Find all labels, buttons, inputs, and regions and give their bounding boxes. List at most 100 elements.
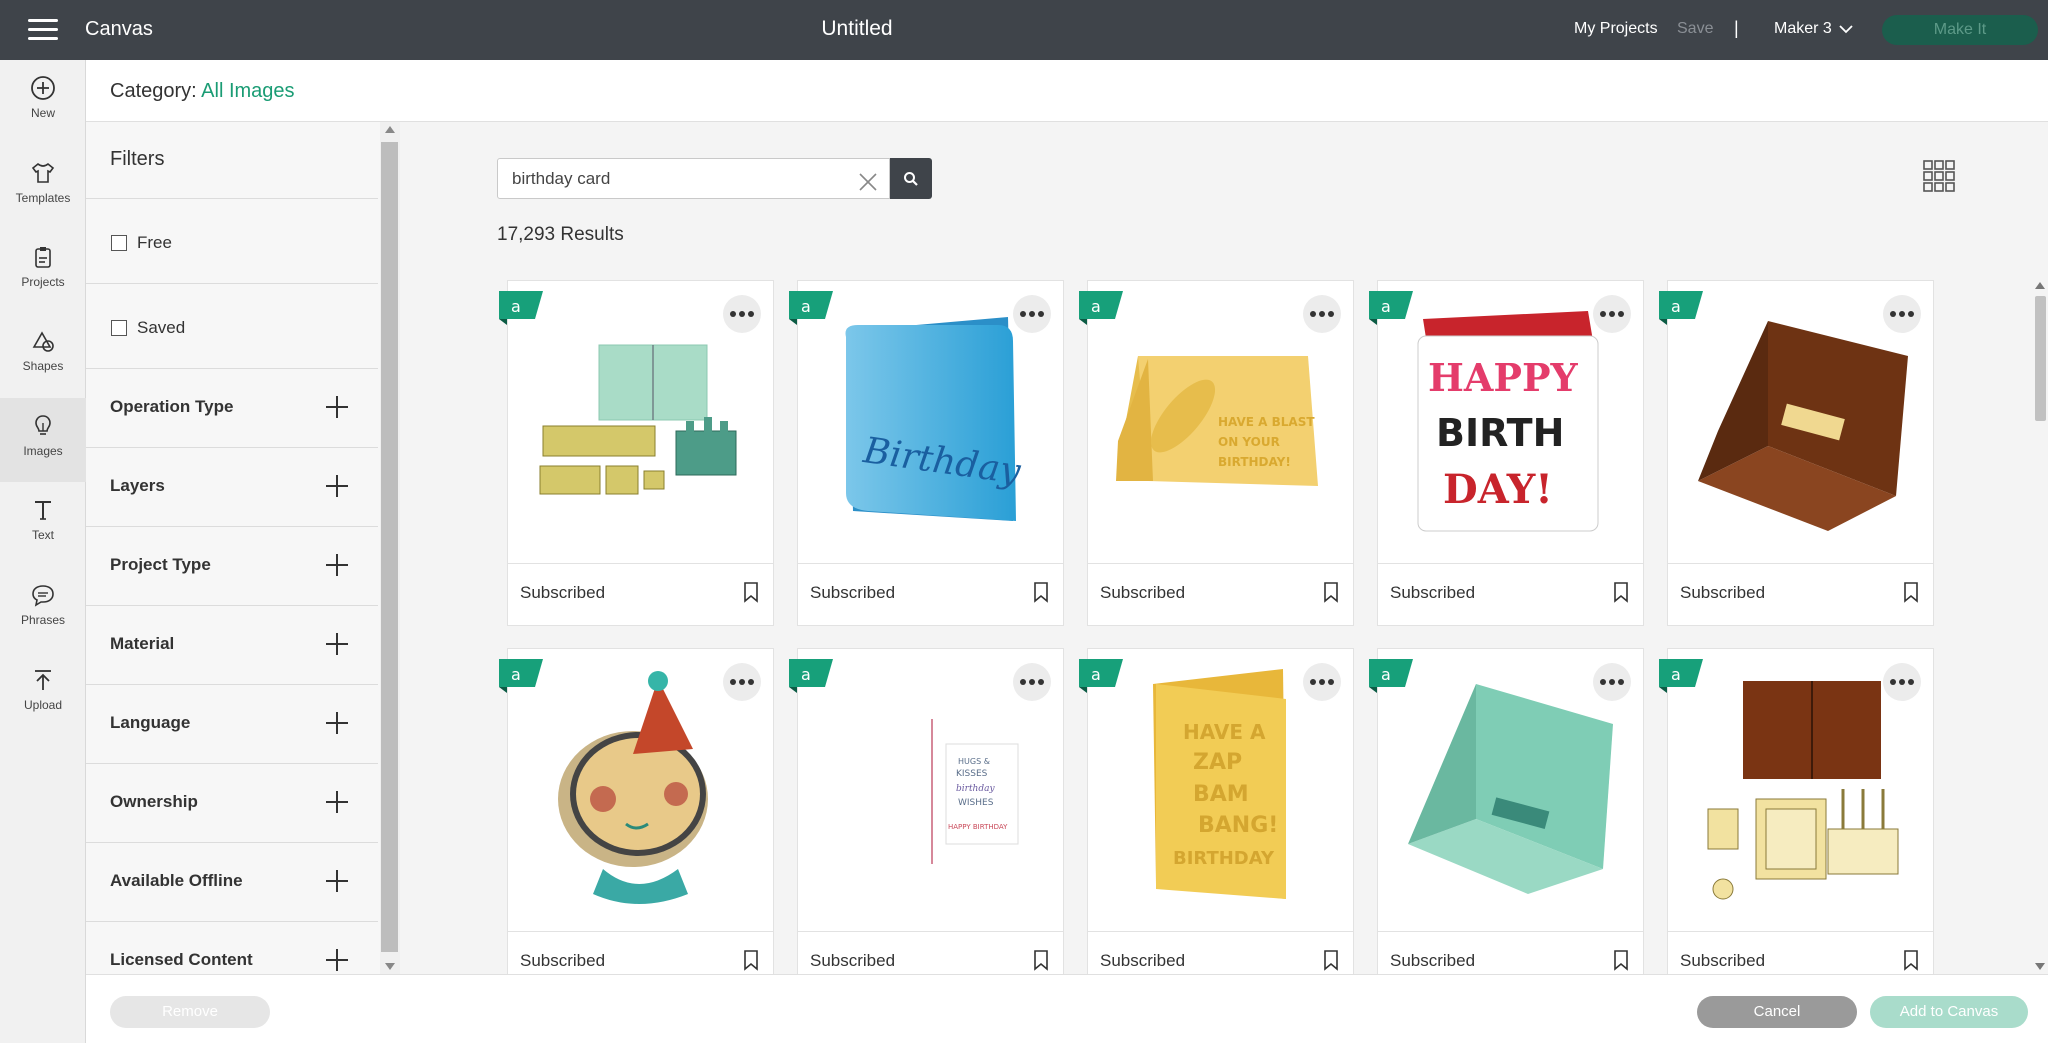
image-thumbnail[interactable]: HUGS & KISSES birthday WISHES HAPPY BIRT… — [789, 649, 1063, 932]
rail-images[interactable]: Images — [0, 398, 86, 482]
image-thumbnail[interactable]: HAVE A BLAST ON YOUR BIRTHDAY! a — [1079, 281, 1353, 564]
image-card[interactable]: HUGS & KISSES birthday WISHES HAPPY BIRT… — [789, 648, 1064, 994]
image-card[interactable]: HAPPY BIRTH DAY! a Subscribed — [1369, 280, 1644, 626]
more-options-button[interactable] — [1593, 295, 1631, 333]
rail-phrases[interactable]: Phrases — [0, 567, 86, 651]
image-thumbnail[interactable]: HAPPY BIRTH DAY! a — [1369, 281, 1643, 564]
expand-plus-icon[interactable] — [326, 712, 348, 734]
save-link[interactable]: Save — [1677, 20, 1713, 38]
filter-saved[interactable]: Saved — [86, 283, 378, 368]
search-input[interactable] — [512, 167, 832, 191]
cancel-button[interactable]: Cancel — [1697, 996, 1857, 1028]
image-thumbnail[interactable]: a — [1659, 281, 1933, 564]
expand-plus-icon[interactable] — [326, 554, 348, 576]
card-status: Subscribed — [1680, 583, 1766, 602]
more-options-button[interactable] — [1303, 663, 1341, 701]
filters-panel: Filters Free Saved Operation Type Layers… — [86, 122, 380, 974]
my-projects-link[interactable]: My Projects — [1574, 20, 1658, 38]
more-options-button[interactable] — [723, 295, 761, 333]
filters-scrollbar[interactable] — [380, 122, 400, 974]
card-status: Subscribed — [1390, 583, 1476, 602]
access-badge-icon: a — [1079, 291, 1123, 325]
category-value[interactable]: All Images — [201, 80, 294, 102]
image-thumbnail[interactable]: a — [1659, 649, 1933, 932]
filter-section-project-type[interactable]: Project Type — [86, 526, 378, 605]
expand-plus-icon[interactable] — [326, 633, 348, 655]
expand-plus-icon[interactable] — [326, 949, 348, 971]
section-label: Available Offline — [110, 871, 243, 890]
bookmark-icon[interactable] — [1613, 950, 1629, 971]
image-card[interactable]: a Subscribed — [499, 280, 774, 626]
hugs-line1: HUGS & — [958, 757, 990, 766]
image-card[interactable]: a Subscribed — [1659, 648, 1934, 994]
bookmark-icon[interactable] — [1033, 950, 1049, 971]
bookmark-icon[interactable] — [1903, 950, 1919, 971]
bookmark-icon[interactable] — [1613, 582, 1629, 603]
image-thumbnail[interactable]: a — [499, 649, 773, 932]
more-options-button[interactable] — [1883, 663, 1921, 701]
add-to-canvas-button[interactable]: Add to Canvas — [1870, 996, 2028, 1028]
image-thumbnail[interactable]: HAVE A ZAP BAM BANG! BIRTHDAY a — [1079, 649, 1353, 932]
filter-section-available-offline[interactable]: Available Offline — [86, 842, 378, 921]
bookmark-icon[interactable] — [743, 950, 759, 971]
bookmark-icon[interactable] — [1323, 582, 1339, 603]
filter-section-language[interactable]: Language — [86, 684, 378, 763]
image-card[interactable]: HAVE A ZAP BAM BANG! BIRTHDAY a Subscrib… — [1079, 648, 1354, 994]
expand-plus-icon[interactable] — [326, 791, 348, 813]
scroll-up-arrow-icon[interactable] — [385, 126, 395, 133]
more-options-button[interactable] — [1013, 663, 1051, 701]
rail-shapes[interactable]: Shapes — [0, 313, 86, 397]
scroll-down-arrow-icon[interactable] — [385, 963, 395, 970]
rail-templates[interactable]: Templates — [0, 145, 86, 229]
clear-x-icon[interactable] — [857, 171, 879, 193]
scroll-up-arrow-icon[interactable] — [2035, 282, 2045, 289]
speech-bubble-icon — [32, 585, 54, 607]
more-options-button[interactable] — [1013, 295, 1051, 333]
results-scrollbar[interactable] — [2032, 280, 2048, 972]
grid-view-icon[interactable] — [1922, 159, 1956, 193]
scroll-down-arrow-icon[interactable] — [2035, 963, 2045, 970]
image-thumbnail[interactable]: a — [499, 281, 773, 564]
more-options-button[interactable] — [1303, 295, 1341, 333]
document-title[interactable]: Untitled — [0, 17, 1714, 41]
image-card[interactable]: Birthday a Subscribed — [789, 280, 1064, 626]
filter-section-ownership[interactable]: Ownership — [86, 763, 378, 842]
filter-section-material[interactable]: Material — [86, 605, 378, 684]
chevron-down-icon[interactable] — [1838, 22, 1854, 36]
bookmark-icon[interactable] — [1323, 950, 1339, 971]
bookmark-icon[interactable] — [743, 582, 759, 603]
rail-projects[interactable]: Projects — [0, 229, 86, 313]
filter-free[interactable]: Free — [86, 198, 378, 283]
image-thumbnail[interactable]: a — [1369, 649, 1643, 932]
machine-selector[interactable]: Maker 3 — [1774, 20, 1832, 38]
expand-plus-icon[interactable] — [326, 475, 348, 497]
card-footer: Subscribed — [508, 564, 773, 622]
rail-text[interactable]: Text — [0, 482, 86, 566]
rail-new[interactable]: New — [0, 60, 86, 144]
image-card[interactable]: a Subscribed — [1659, 280, 1934, 626]
bookmark-icon[interactable] — [1033, 582, 1049, 603]
filter-section-licensed-content[interactable]: Licensed Content — [86, 921, 378, 974]
expand-plus-icon[interactable] — [326, 870, 348, 892]
more-options-button[interactable] — [1883, 295, 1921, 333]
saved-checkbox[interactable] — [111, 320, 127, 336]
image-card[interactable]: a Subscribed — [1369, 648, 1644, 994]
more-options-button[interactable] — [723, 663, 761, 701]
image-card[interactable]: HAVE A BLAST ON YOUR BIRTHDAY! a Subscri… — [1079, 280, 1354, 626]
expand-plus-icon[interactable] — [326, 396, 348, 418]
scrollbar-thumb[interactable] — [2035, 296, 2046, 421]
remove-button[interactable]: Remove — [110, 996, 270, 1028]
filter-section-operation-type[interactable]: Operation Type — [86, 368, 378, 447]
filter-section-layers[interactable]: Layers — [86, 447, 378, 526]
bookmark-icon[interactable] — [1903, 582, 1919, 603]
rocket-card-line1: HAVE A BLAST — [1218, 415, 1315, 429]
free-checkbox[interactable] — [111, 235, 127, 251]
image-thumbnail[interactable]: Birthday a — [789, 281, 1063, 564]
scrollbar-thumb[interactable] — [381, 142, 398, 952]
make-it-button[interactable]: Make It — [1882, 15, 2038, 45]
image-card[interactable]: a Subscribed — [499, 648, 774, 994]
rail-upload[interactable]: Upload — [0, 652, 86, 736]
card-footer: Subscribed — [1668, 564, 1933, 622]
search-button[interactable] — [890, 158, 932, 199]
more-options-button[interactable] — [1593, 663, 1631, 701]
